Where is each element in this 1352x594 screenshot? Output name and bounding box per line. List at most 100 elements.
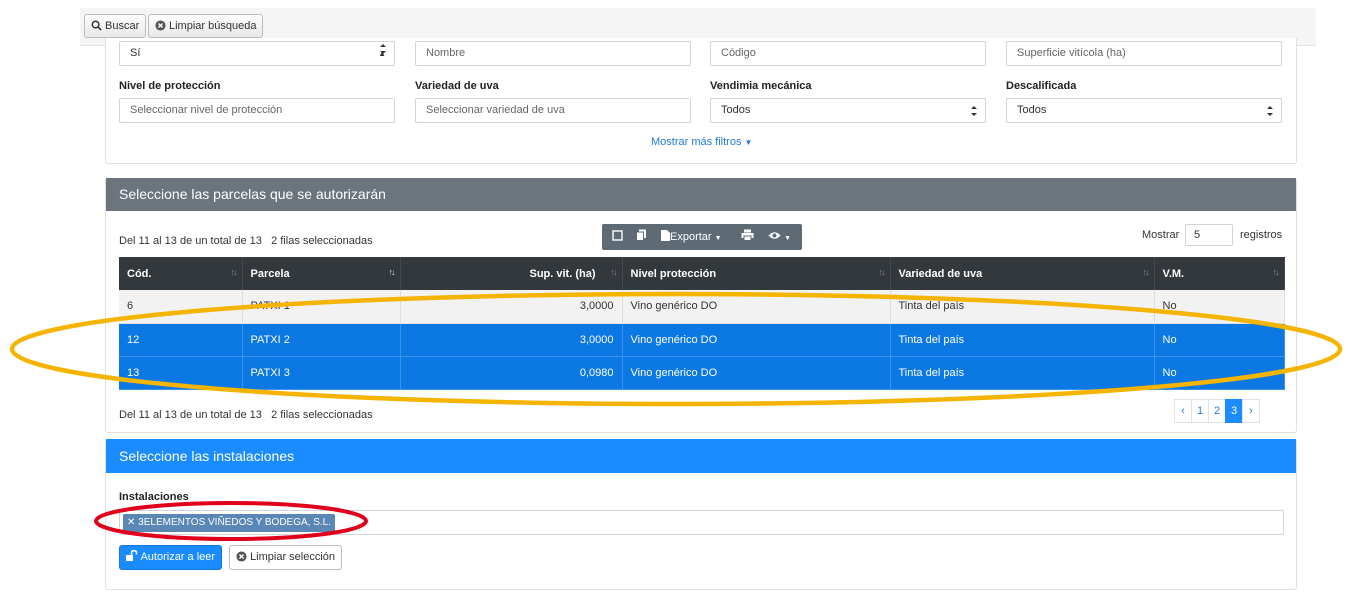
mechanical-select[interactable]: Todos	[710, 98, 986, 123]
table-info-bottom: Del 11 al 13 de un total de 13 2 filas s…	[119, 409, 373, 421]
pagination-page-current[interactable]: 3	[1225, 399, 1243, 423]
clear-circle-icon	[155, 20, 166, 31]
cell-grape: Tinta del país	[890, 356, 1155, 390]
installation-tag-label: 3ELEMENTOS VIÑEDOS Y BODEGA, S.L.	[138, 517, 332, 528]
name-input[interactable]: Nombre	[415, 41, 691, 66]
sort-icon: ↑↓	[1272, 267, 1280, 277]
unlock-icon	[126, 550, 138, 561]
file-icon	[661, 230, 670, 241]
remove-tag-icon[interactable]: ✕	[127, 517, 135, 528]
cell-surface: 0,0980	[400, 356, 623, 390]
column-header-protection[interactable]: Nivel protección ↑↓	[622, 257, 891, 290]
parcels-panel-title: Seleccione las parcelas que se autorizar…	[106, 178, 1296, 211]
code-placeholder: Código	[721, 47, 756, 59]
authorize-label: Autorizar a leer	[140, 551, 216, 563]
select-all-icon[interactable]	[612, 224, 623, 250]
column-header-label: V.M.	[1162, 267, 1185, 280]
cell-grape: Tinta del país	[890, 323, 1155, 357]
filter-yes-select[interactable]: Sí ▲	[119, 41, 395, 66]
table-info-text: Del 11 al 13 de un total de 13	[119, 235, 262, 247]
pagination-prev[interactable]: ‹	[1174, 399, 1192, 423]
column-header-code[interactable]: Cód. ↑↓	[119, 257, 243, 290]
page-length-select[interactable]: 5	[1185, 224, 1233, 246]
parcels-panel: Seleccione las parcelas que se autorizar…	[105, 178, 1297, 433]
page-length-value: 5	[1194, 229, 1201, 241]
search-button-label: Buscar	[105, 20, 140, 32]
protection-label: Nivel de protección	[119, 80, 221, 92]
cell-protection: Vino genérico DO	[622, 323, 891, 357]
protection-select[interactable]: Seleccionar nivel de protección	[119, 98, 395, 123]
table-row[interactable]: 6 PATXI 1 3,0000 Vino genérico DO Tinta …	[119, 290, 1285, 324]
column-header-surface[interactable]: Sup. vit. (ha) ↑↓	[400, 257, 623, 290]
surface-input[interactable]: Superficie vitícola (ha)	[1006, 41, 1282, 66]
table-header-row: Cód. ↑↓ Parcela ↑↓ Sup. vit. (ha) ↑↓ Nivel …	[119, 257, 1285, 290]
column-visibility-button[interactable]: ▼	[768, 224, 791, 250]
name-placeholder: Nombre	[426, 47, 466, 59]
export-button[interactable]: Exportar ▼	[661, 224, 722, 250]
protection-placeholder: Seleccionar nivel de protección	[130, 104, 283, 116]
sort-icon: ↑↓	[1142, 267, 1150, 277]
installations-panel-title: Seleccione las instalaciones	[106, 439, 1296, 473]
cell-vm: No	[1154, 323, 1285, 357]
installations-multiselect[interactable]: ✕ 3ELEMENTOS VIÑEDOS Y BODEGA, S.L.	[119, 510, 1284, 535]
table-selected-count: 2 filas seleccionadas	[271, 409, 373, 421]
cell-vm: No	[1154, 290, 1285, 324]
column-header-label: Nivel protección	[630, 267, 717, 280]
cell-protection: Vino genérico DO	[622, 356, 891, 390]
column-header-grape[interactable]: Variedad de uva ↑↓	[890, 257, 1155, 290]
table-selected-count: 2 filas seleccionadas	[271, 235, 373, 247]
more-filters-link[interactable]: Mostrar más filtros ▼	[651, 136, 752, 148]
filter-yes-value: Sí	[130, 47, 141, 59]
cell-code: 6	[119, 290, 243, 324]
copy-icon[interactable]	[636, 224, 647, 250]
cell-surface: 3,0000	[400, 323, 623, 357]
column-header-label: Variedad de uva	[898, 267, 983, 280]
table-row-selected[interactable]: 13 PATXI 3 0,0980 Vino genérico DO Tinta…	[119, 356, 1285, 390]
installation-tag: ✕ 3ELEMENTOS VIÑEDOS Y BODEGA, S.L.	[123, 514, 336, 532]
length-prefix: Mostrar	[1142, 229, 1180, 241]
length-suffix: registros	[1240, 229, 1283, 241]
declassified-select[interactable]: Todos	[1006, 98, 1282, 123]
clear-search-button-label: Limpiar búsqueda	[169, 20, 257, 32]
cell-parcel: PATXI 3	[242, 356, 401, 390]
caret-down-icon: ▼	[744, 138, 753, 147]
cell-code: 13	[119, 356, 243, 390]
table-row-selected[interactable]: 12 PATXI 2 3,0000 Vino genérico DO Tinta…	[119, 323, 1285, 357]
more-filters-label: Mostrar más filtros	[651, 136, 742, 148]
grape-label: Variedad de uva	[415, 80, 499, 92]
pagination-next[interactable]: ›	[1242, 399, 1260, 423]
cell-grape: Tinta del país	[890, 290, 1155, 324]
mechanical-label: Vendimia mecánica	[710, 80, 812, 92]
filter-panel: Sí ▲ Nombre Código Superficie vitícola (…	[105, 38, 1297, 164]
cell-vm: No	[1154, 356, 1285, 390]
declassified-value: Todos	[1017, 104, 1047, 116]
clear-selection-button[interactable]: Limpiar selección	[229, 545, 343, 570]
clear-search-button[interactable]: Limpiar búsqueda	[148, 14, 264, 38]
print-icon[interactable]	[741, 224, 754, 250]
cell-surface: 3,0000	[400, 290, 623, 324]
column-header-parcel[interactable]: Parcela ↑↓	[242, 257, 401, 290]
export-label: Exportar	[670, 231, 712, 243]
search-icon	[91, 20, 102, 31]
sort-icon: ↑↓	[878, 267, 886, 277]
code-input[interactable]: Código	[710, 41, 986, 66]
surface-placeholder: Superficie vitícola (ha)	[1017, 47, 1126, 59]
table-buttons-toolbar: Exportar ▼ ▼	[602, 224, 802, 250]
column-header-vm[interactable]: V.M. ↑↓	[1154, 257, 1285, 290]
sort-icon: ↑↓	[230, 267, 238, 277]
installations-label: Instalaciones	[119, 491, 189, 503]
column-header-label: Cód.	[127, 267, 152, 280]
grape-placeholder: Seleccionar variedad de uva	[426, 104, 565, 116]
clear-circle-icon	[236, 551, 247, 562]
cell-protection: Vino genérico DO	[622, 290, 891, 324]
mechanical-value: Todos	[721, 104, 751, 116]
pagination-page[interactable]: 1	[1191, 399, 1209, 423]
authorize-button[interactable]: Autorizar a leer	[119, 545, 223, 570]
grape-select[interactable]: Seleccionar variedad de uva	[415, 98, 691, 123]
clear-selection-label: Limpiar selección	[250, 551, 336, 563]
search-button[interactable]: Buscar	[84, 14, 147, 38]
installations-panel: Seleccione las instalaciones Instalacion…	[105, 439, 1297, 590]
column-header-label: Sup. vit. (ha)	[529, 267, 596, 280]
parcels-table: Cód. ↑↓ Parcela ↑↓ Sup. vit. (ha) ↑↓ Nivel …	[119, 257, 1285, 390]
pagination-page[interactable]: 2	[1208, 399, 1226, 423]
